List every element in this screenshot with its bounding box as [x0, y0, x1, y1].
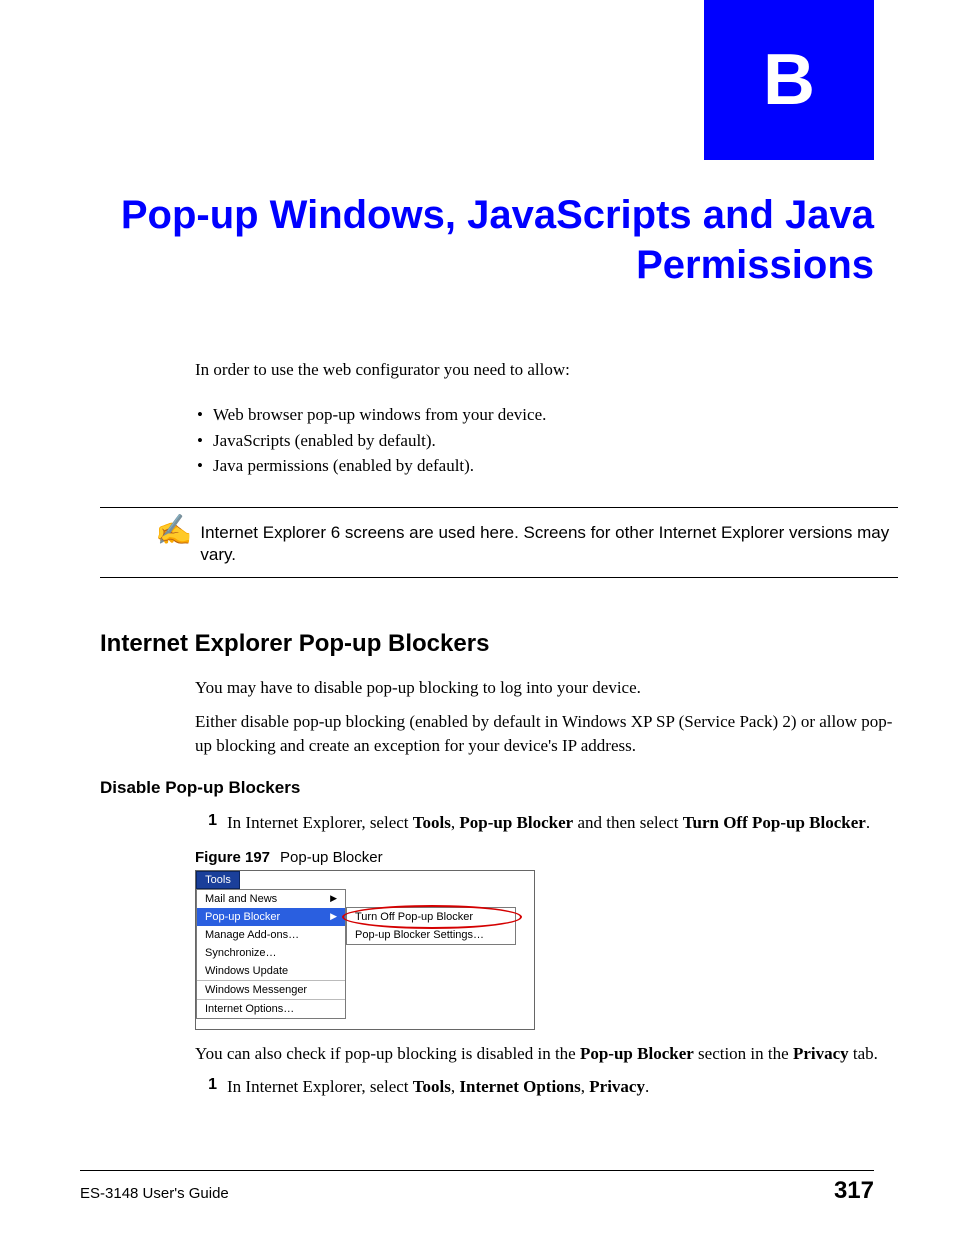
- text-run: ,: [581, 1077, 590, 1096]
- figure-popup-blocker: Tools Mail and News ▶ Pop-up Blocker ▶ Man…: [195, 870, 535, 1030]
- text-bold: Internet Options: [459, 1077, 580, 1096]
- text-run: .: [645, 1077, 649, 1096]
- divider: [100, 507, 898, 508]
- figure-label: Figure 197: [195, 849, 270, 866]
- body-paragraph: You can also check if pop-up blocking is…: [195, 1042, 898, 1066]
- menu-label: Synchronize…: [205, 947, 277, 959]
- chapter-badge: B: [704, 0, 874, 160]
- step-text: In Internet Explorer, select Tools, Pop-…: [227, 812, 898, 835]
- step-item: 1 In Internet Explorer, select Tools, Po…: [195, 812, 898, 835]
- chevron-right-icon: ▶: [330, 911, 337, 922]
- list-item: Web browser pop-up windows from your dev…: [195, 402, 898, 428]
- menu-label: Windows Messenger: [205, 984, 307, 996]
- figure-title: Pop-up Blocker: [280, 849, 383, 866]
- chevron-right-icon: ▶: [330, 893, 337, 904]
- menu-item: Internet Options…: [197, 1000, 345, 1018]
- text-bold: Privacy: [589, 1077, 645, 1096]
- menu-item: Manage Add-ons…: [197, 926, 345, 944]
- section-heading: Internet Explorer Pop-up Blockers: [100, 630, 898, 658]
- step-number: 1: [195, 812, 217, 835]
- submenu-item: Turn Off Pop-up Blocker: [347, 908, 515, 926]
- note-block: ✍ Internet Explorer 6 screens are used h…: [100, 516, 898, 568]
- text-bold: Turn Off Pop-up Blocker: [683, 813, 866, 832]
- chapter-letter: B: [763, 39, 815, 121]
- text-bold: Pop-up Blocker: [580, 1044, 694, 1063]
- menu-label: Internet Options…: [205, 1003, 294, 1015]
- step-number: 1: [195, 1076, 217, 1099]
- tools-dropdown-menu: Mail and News ▶ Pop-up Blocker ▶ Manage Ad…: [196, 889, 346, 1019]
- footer-guide-title: ES-3148 User's Guide: [80, 1185, 229, 1202]
- menu-item: Windows Update: [197, 962, 345, 980]
- figure-caption: Figure 197 Pop-up Blocker: [195, 849, 898, 866]
- page-number: 317: [834, 1177, 874, 1205]
- menu-label: Windows Update: [205, 965, 288, 977]
- divider: [100, 577, 898, 578]
- menu-tools-tab: Tools: [196, 871, 240, 889]
- menu-label: Pop-up Blocker: [205, 911, 280, 923]
- page-content: In order to use the web configurator you…: [100, 360, 898, 1112]
- step-text: In Internet Explorer, select Tools, Inte…: [227, 1076, 898, 1099]
- menu-item: Windows Messenger: [197, 981, 345, 999]
- step-item: 1 In Internet Explorer, select Tools, In…: [195, 1076, 898, 1099]
- menu-item: Synchronize…: [197, 944, 345, 962]
- menu-label: Manage Add-ons…: [205, 929, 299, 941]
- list-item: Java permissions (enabled by default).: [195, 453, 898, 479]
- text-run: You can also check if pop-up blocking is…: [195, 1044, 580, 1063]
- text-run: tab.: [849, 1044, 878, 1063]
- menu-item-highlighted: Pop-up Blocker ▶: [197, 908, 345, 926]
- text-run: In Internet Explorer, select: [227, 1077, 413, 1096]
- text-bold: Privacy: [793, 1044, 849, 1063]
- body-paragraph: You may have to disable pop-up blocking …: [195, 676, 898, 700]
- pencil-note-icon: ✍: [155, 516, 192, 546]
- intro-paragraph: In order to use the web configurator you…: [195, 360, 898, 380]
- submenu-item: Pop-up Blocker Settings…: [347, 926, 515, 944]
- text-run: .: [866, 813, 870, 832]
- page-footer: ES-3148 User's Guide 317: [80, 1170, 874, 1205]
- subsection-heading: Disable Pop-up Blockers: [100, 778, 898, 798]
- text-run: and then select: [573, 813, 683, 832]
- list-item: JavaScripts (enabled by default).: [195, 428, 898, 454]
- text-run: In Internet Explorer, select: [227, 813, 413, 832]
- text-bold: Tools: [413, 1077, 451, 1096]
- note-text: Internet Explorer 6 screens are used her…: [200, 516, 898, 568]
- chapter-title: Pop-up Windows, JavaScripts and Java Per…: [100, 190, 874, 290]
- text-run: section in the: [694, 1044, 793, 1063]
- text-bold: Pop-up Blocker: [459, 813, 573, 832]
- body-paragraph: Either disable pop-up blocking (enabled …: [195, 710, 898, 758]
- popup-blocker-submenu: Turn Off Pop-up Blocker Pop-up Blocker S…: [346, 907, 516, 945]
- text-bold: Tools: [413, 813, 451, 832]
- menu-label: Mail and News: [205, 893, 277, 905]
- menu-item: Mail and News ▶: [197, 890, 345, 908]
- requirements-list: Web browser pop-up windows from your dev…: [195, 402, 898, 479]
